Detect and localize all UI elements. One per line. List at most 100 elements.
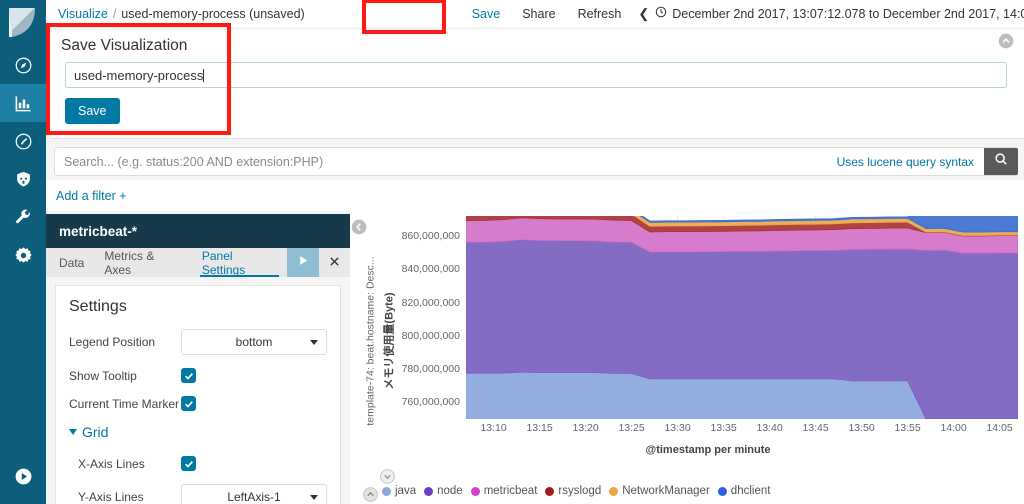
show-tooltip-row: Show Tooltip [56,368,340,383]
save-confirm-button[interactable]: Save [65,98,120,124]
grid-section-label: Grid [82,424,109,440]
legend-position-value: bottom [235,335,273,349]
sidebar-item-visualize[interactable] [0,84,46,122]
save-visualization-area: Save Visualization used-memory-process S… [46,27,1024,142]
legend-label: dhclient [730,485,771,497]
tab-data[interactable]: Data [46,248,94,277]
legend-position-select[interactable]: bottom [181,329,327,355]
legend-label: java [395,485,417,497]
tab-metrics-axes[interactable]: Metrics & Axes [94,248,192,277]
y-tick-label: 820,000,000 [401,296,460,309]
time-prev-button[interactable]: ❮ [632,6,655,22]
x-tick-label: 13:50 [848,422,875,434]
plot-wrapper: 760,000,000 780,000,000 800,000,000 820,000… [398,201,1019,466]
search-submit-button[interactable] [984,148,1018,175]
legend-item[interactable]: java [382,485,420,497]
visualization-editor-panel: metricbeat-* Data Metrics & Axes Panel S… [46,211,350,504]
bar-chart-icon [14,94,33,113]
refresh-nav-button[interactable]: Refresh [567,7,633,21]
breadcrumb: Visualize / used-memory-process (unsaved… [46,7,305,21]
y-tick-label: 760,000,000 [401,396,460,409]
y-tick-label: 860,000,000 [401,229,460,242]
y-tick-label: 800,000,000 [401,329,460,342]
legend-color-dot [382,486,391,496]
x-tick-label: 13:35 [710,422,737,434]
index-pattern-name: metricbeat-* [59,223,138,239]
current-time-marker-row: Current Time Marker [56,396,340,411]
check-icon [184,459,194,469]
legend-position-label: Legend Position [69,335,156,349]
breadcrumb-current: used-memory-process (unsaved) [121,6,305,21]
legend-position-row: Legend Position bottom [56,329,340,355]
check-icon [184,371,194,381]
legend-color-dot [717,486,727,496]
y-axis-lines-value: LeftAxis-1 [227,490,281,504]
legend-color-dot [545,486,555,496]
chevron-down-circle-icon [380,469,395,484]
y-axis-title: メモリ使用量(Byte) [378,211,400,471]
x-tick-label: 14:00 [940,422,967,434]
sidebar-item-management[interactable] [0,236,46,274]
chart-legend: java node metricbeat rsyslogd NetworkManager… [350,469,1024,504]
legend-item[interactable]: node [424,485,467,497]
sidebar-item-dev-tools[interactable] [0,198,46,236]
x-tick-label: 13:10 [480,422,507,434]
legend-label: metricbeat [483,485,538,497]
stacked-area-chart[interactable] [465,201,1019,420]
y-tick-label: 780,000,000 [401,363,460,376]
legend-label: rsyslogd [558,485,602,497]
chevron-down-icon [310,340,318,345]
search-input[interactable] [55,153,837,170]
x-tick-label: 13:45 [802,422,829,434]
x-axis-lines-row: X-Axis Lines [56,456,340,471]
gear-icon [14,246,33,265]
sidebar-collapse-toggle[interactable] [0,460,46,498]
collapse-header-button[interactable] [998,33,1014,49]
legend-item[interactable]: metricbeat [470,485,542,497]
current-time-marker-checkbox[interactable] [181,396,196,411]
chevron-up-circle-icon [363,487,378,502]
grid-section-toggle[interactable]: Grid [56,424,340,440]
check-icon [184,399,194,409]
show-tooltip-checkbox[interactable] [181,368,196,383]
visualization-render-area: template-74: beat.hostname: Desc... メモリ使… [350,201,1024,504]
save-panel-title: Save Visualization [61,37,188,54]
kibana-logo-icon[interactable] [0,0,46,46]
x-axis-tick-labels: 13:10 13:15 13:20 13:25 13:30 13:35 13:40 13:45… [466,422,1018,438]
lucene-syntax-link[interactable]: Uses lucene query syntax [837,155,984,169]
x-axis-lines-checkbox[interactable] [181,456,196,471]
clock-icon [655,6,667,21]
sidebar-item-timelion[interactable] [0,160,46,198]
chart-plot[interactable] [465,201,1019,420]
y-axis-lines-row: Y-Axis Lines LeftAxis-1 [56,484,340,504]
legend-item[interactable]: dhclient [717,485,775,497]
save-visualization-panel: Save Visualization used-memory-process S… [50,30,1024,139]
discard-changes-button[interactable] [319,248,350,277]
add-filter-button[interactable]: Add a filter + [46,189,127,203]
save-nav-button[interactable]: Save [461,7,512,21]
legend-color-dot [609,486,619,496]
query-input-wrapper: Uses lucene query syntax [54,147,1018,176]
y-tick-label: 840,000,000 [401,263,460,276]
breadcrumb-visualize-link[interactable]: Visualize [58,7,108,21]
chevron-up-circle-icon [998,33,1014,49]
filter-bar: Add a filter + [46,180,1024,212]
apply-changes-button[interactable] [287,248,319,277]
share-nav-button[interactable]: Share [511,7,566,21]
current-time-marker-label: Current Time Marker [69,396,180,411]
editor-tabs: Data Metrics & Axes Panel Settings [46,248,350,277]
sidebar-item-dashboard[interactable] [0,122,46,160]
save-title-input[interactable]: used-memory-process [65,62,1007,88]
tab-panel-settings[interactable]: Panel Settings [192,248,288,277]
legend-item[interactable]: rsyslogd [545,485,605,497]
y-axis-lines-label: Y-Axis Lines [78,490,144,504]
y-axis-lines-select[interactable]: LeftAxis-1 [181,484,327,504]
legend-item[interactable]: NetworkManager [609,485,714,497]
show-tooltip-label: Show Tooltip [69,368,137,383]
legend-collapse-button[interactable] [363,487,378,502]
settings-title: Settings [69,298,127,315]
triangle-down-icon [69,429,77,435]
time-picker[interactable]: December 2nd 2017, 13:07:12.078 to Decem… [655,6,1024,21]
legend-expand-button[interactable] [380,469,395,484]
sidebar-item-discover[interactable] [0,46,46,84]
